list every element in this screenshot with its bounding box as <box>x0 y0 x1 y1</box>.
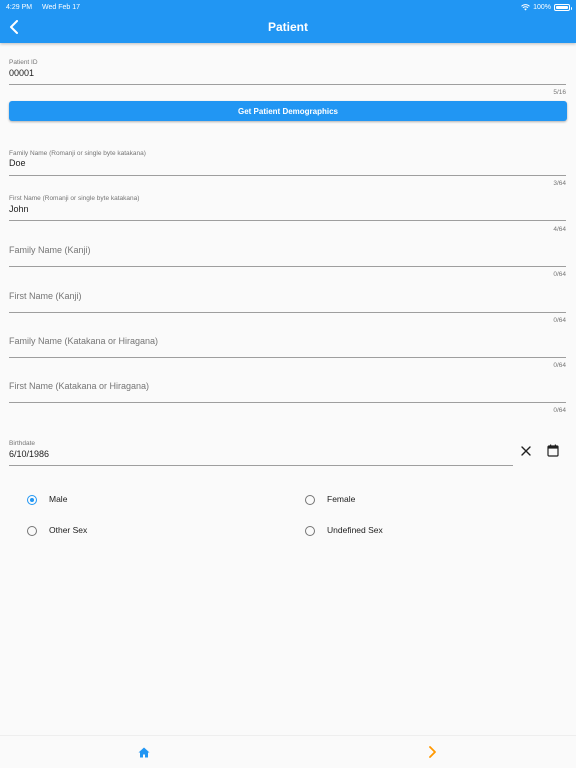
close-icon <box>521 446 531 456</box>
wifi-icon <box>521 3 530 10</box>
family-name-romanji-value: Doe <box>9 158 26 168</box>
first-name-kana-field[interactable]: First Name (Katakana or Hiragana) <box>9 376 566 404</box>
first-name-kanji-placeholder: First Name (Kanji) <box>9 291 82 301</box>
status-date: Wed Feb 17 <box>42 3 81 11</box>
page-title: Patient <box>267 20 308 34</box>
battery-percent: 100% <box>533 3 551 11</box>
patient-id-label: Patient ID <box>9 59 38 66</box>
radio-female-circle <box>305 495 315 505</box>
next-button[interactable] <box>422 743 442 761</box>
radio-undefined-sex-label: Undefined Sex <box>327 525 383 535</box>
bottom-nav-bar <box>0 735 576 768</box>
family-name-romanji-underline <box>9 175 566 176</box>
radio-other-sex-label: Other Sex <box>49 525 88 535</box>
first-name-romanji-label: First Name (Romanji or single byte katak… <box>9 195 140 202</box>
radio-male-label: Male <box>49 494 68 504</box>
first-name-kanji-field[interactable]: First Name (Kanji) <box>9 286 566 314</box>
family-name-romanji-field[interactable]: Family Name (Romanji or single byte kata… <box>9 149 566 177</box>
family-name-kana-underline <box>9 357 566 358</box>
first-name-kanji-underline <box>9 312 566 313</box>
chevron-right-icon <box>429 746 436 758</box>
radio-undefined-sex[interactable]: Undefined Sex <box>305 525 383 536</box>
patient-id-value: 00001 <box>9 68 35 78</box>
status-bar: 4:29 PM Wed Feb 17 100% <box>6 2 572 12</box>
family-name-romanji-counter: 3/64 <box>553 180 566 187</box>
radio-male-circle <box>27 495 37 505</box>
family-name-romanji-label: Family Name (Romanji or single byte kata… <box>9 150 146 157</box>
calendar-icon <box>547 444 559 457</box>
app-bar: 4:29 PM Wed Feb 17 100% Patient <box>0 0 576 43</box>
pick-birthdate-button[interactable] <box>542 441 564 459</box>
first-name-kana-underline <box>9 402 566 403</box>
radio-other-sex[interactable]: Other Sex <box>27 525 87 536</box>
family-name-kana-field[interactable]: Family Name (Katakana or Hiragana) <box>9 331 566 359</box>
first-name-kanji-counter: 0/64 <box>553 317 566 324</box>
radio-female-label: Female <box>327 494 356 504</box>
birthdate-label: Birthdate <box>9 440 36 447</box>
home-icon <box>138 747 150 757</box>
first-name-romanji-counter: 4/64 <box>553 226 566 233</box>
first-name-kana-placeholder: First Name (Katakana or Hiragana) <box>9 381 150 391</box>
radio-male[interactable]: Male <box>27 494 67 505</box>
family-name-kana-counter: 0/64 <box>553 362 566 369</box>
birthdate-value: 6/10/1986 <box>9 449 50 459</box>
family-name-kanji-field[interactable]: Family Name (Kanji) <box>9 240 566 268</box>
get-patient-demographics-button[interactable]: Get Patient Demographics <box>9 101 567 121</box>
radio-undefined-sex-circle <box>305 526 315 536</box>
radio-female[interactable]: Female <box>305 494 355 505</box>
clear-birthdate-button[interactable] <box>516 442 536 460</box>
patient-id-underline <box>9 84 566 85</box>
patient-id-field[interactable]: Patient ID 00001 <box>9 58 566 86</box>
birthdate-field[interactable]: Birthdate 6/10/1986 <box>9 439 513 467</box>
battery-icon <box>554 3 572 11</box>
first-name-romanji-field[interactable]: First Name (Romanji or single byte katak… <box>9 194 566 222</box>
first-name-romanji-value: John <box>9 204 29 214</box>
first-name-kana-counter: 0/64 <box>553 407 566 414</box>
birthdate-underline <box>9 465 513 466</box>
radio-other-sex-circle <box>27 526 37 536</box>
home-button[interactable] <box>134 743 154 761</box>
family-name-kana-placeholder: Family Name (Katakana or Hiragana) <box>9 336 159 346</box>
family-name-kanji-underline <box>9 266 566 267</box>
family-name-kanji-placeholder: Family Name (Kanji) <box>9 245 91 255</box>
family-name-kanji-counter: 0/64 <box>553 271 566 278</box>
patient-id-counter: 5/16 <box>553 89 566 96</box>
first-name-romanji-underline <box>9 220 566 221</box>
status-time: 4:29 PM <box>6 3 33 11</box>
